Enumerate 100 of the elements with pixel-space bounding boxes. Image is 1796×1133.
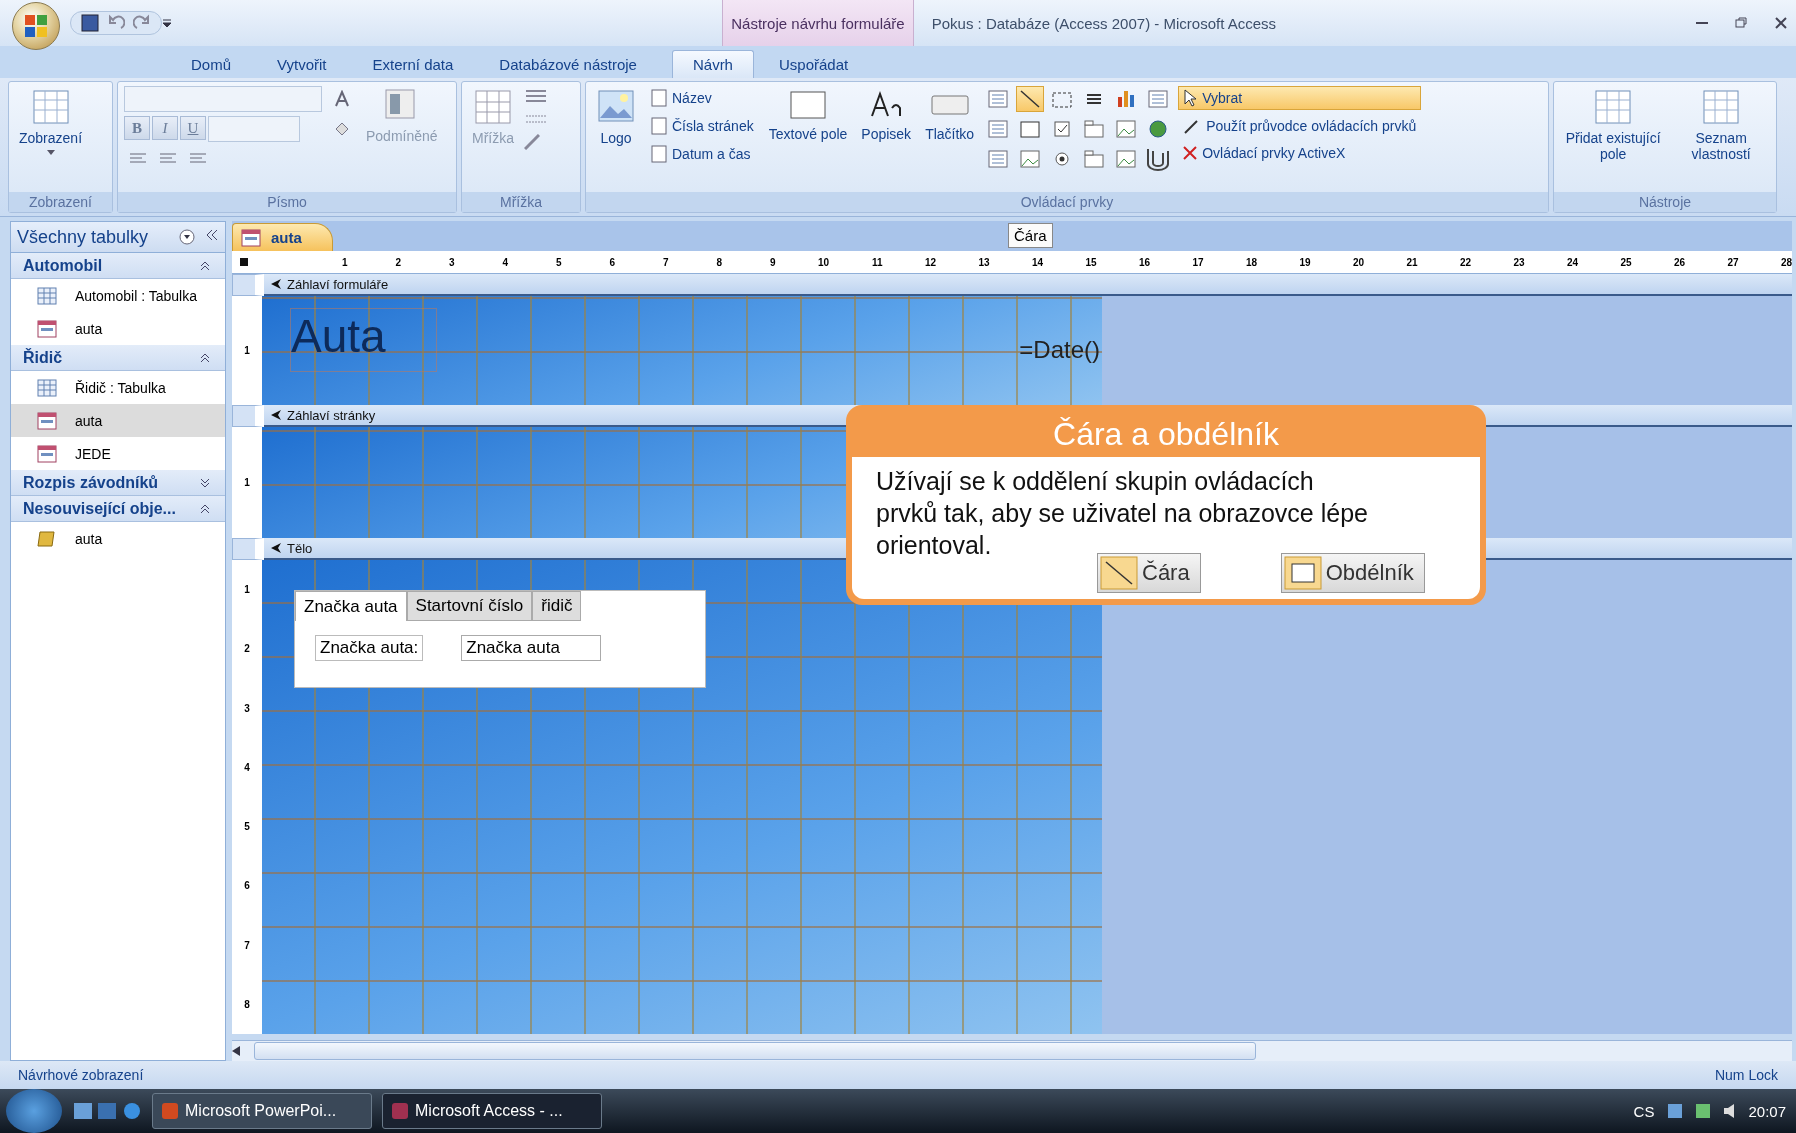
ruler-number: 1	[244, 345, 250, 356]
window-title: Pokus : Databáze (Access 2007) - Microsoft Access	[931, 14, 1276, 32]
speaker-icon	[1724, 1104, 1735, 1118]
control-button[interactable]: Popisek	[857, 86, 916, 145]
ribbon-tab[interactable]: Uspořádat	[757, 50, 870, 78]
dropdown-arrow-icon	[46, 150, 55, 156]
ruler-number: 6	[244, 880, 250, 892]
lines-icon	[159, 152, 177, 166]
ribbon-tab[interactable]: Databázové nástroje	[478, 50, 658, 78]
form-icon	[37, 319, 57, 338]
ruler-number: 14	[1030, 256, 1043, 268]
ribbon-tab[interactable]: Externí data	[351, 50, 475, 78]
ruler-number: 24	[1565, 256, 1578, 268]
letter-icon	[333, 90, 351, 108]
tools-button[interactable]: Přidat existující pole	[1560, 86, 1667, 165]
date-textbox[interactable]: =Date()	[1019, 336, 1100, 364]
control-button[interactable]: Tlačítko	[921, 86, 979, 145]
toolbox-tool[interactable]	[1016, 86, 1045, 112]
quick-launch-icon	[72, 1101, 142, 1121]
lines-icon	[129, 152, 147, 166]
ruler-number: 23	[1512, 256, 1525, 268]
form-icon	[37, 444, 57, 463]
tool-button[interactable]: Obdélník	[1280, 553, 1425, 593]
form-tab[interactable]: Startovní číslo	[406, 591, 533, 621]
lines-icon	[189, 152, 207, 166]
input-field[interactable]: Značka auta	[461, 635, 602, 661]
taskbar-button[interactable]: Microsoft Access - ...	[382, 1093, 602, 1129]
ruler-number: 8	[244, 998, 250, 1010]
ruler-number: 12	[923, 256, 936, 268]
form-tab[interactable]: Značka auta	[295, 591, 407, 621]
font-name-combo[interactable]	[124, 86, 322, 112]
nav-group-header[interactable]: Automobil	[11, 253, 225, 279]
save-icon	[81, 14, 99, 32]
tool-button[interactable]: Čára	[1097, 553, 1201, 593]
logo-button[interactable]: Logo	[592, 86, 640, 149]
ruler-number: 21	[1405, 256, 1418, 268]
form-icon	[241, 228, 261, 247]
paint-bucket-icon	[333, 120, 351, 138]
property-sheet-icon	[1701, 88, 1742, 126]
field-label: Značka auta:	[315, 635, 424, 661]
nav-group-header[interactable]: Nesouvisející obje...	[11, 496, 225, 522]
section-bar[interactable]: Záhlaví formuláře	[264, 274, 1792, 296]
nav-item[interactable]: auta	[11, 404, 225, 437]
ruler-number: 15	[1084, 256, 1097, 268]
section-selector[interactable]	[232, 538, 264, 560]
taskbar-button[interactable]: Microsoft PowerPoi...	[152, 1093, 372, 1129]
status-indicator: Num Lock	[1714, 1067, 1778, 1083]
nav-group-header[interactable]: Rozpis závodníků	[11, 470, 225, 496]
small-doc-icon	[651, 89, 667, 107]
ribbon-button[interactable]: Název	[646, 86, 759, 110]
form-tab[interactable]: řidič	[532, 591, 582, 621]
activex-button[interactable]: Ovládací prvky ActiveX	[1178, 142, 1422, 164]
ruler-number: 7	[661, 256, 669, 268]
document-tab[interactable]: auta	[232, 223, 333, 251]
ruler-number: 3	[447, 256, 455, 268]
nav-group-header[interactable]: Řidič	[11, 345, 225, 371]
ruler-number: 22	[1458, 256, 1471, 268]
collapse-icon	[199, 259, 211, 272]
section-selector[interactable]	[232, 274, 264, 296]
office-button[interactable]	[12, 2, 60, 50]
status-text: Návrhové zobrazení	[18, 1067, 144, 1083]
ruler-number: 10	[816, 256, 829, 268]
select-button[interactable]: Vybrat	[1178, 86, 1422, 110]
control-button[interactable]: Textové pole	[764, 86, 852, 145]
ribbon-tab[interactable]: Vytvořit	[256, 50, 348, 78]
scroll-left-icon	[232, 1046, 240, 1056]
close-icon	[1774, 16, 1788, 30]
ribbon-button[interactable]: Čísla stránek	[646, 114, 759, 138]
pen-icon	[524, 134, 540, 150]
pointer-icon	[1183, 89, 1198, 107]
grid-icon	[473, 88, 513, 126]
network-icon	[1668, 1104, 1683, 1118]
ribbon-tab[interactable]: Domů	[170, 50, 252, 78]
ruler-number: 1	[340, 256, 348, 268]
ruler-number: 18	[1244, 256, 1257, 268]
ruler-number: 11	[870, 256, 883, 268]
wizard-button[interactable]: Použít průvodce ovládacích prvků	[1178, 114, 1422, 138]
ribbon-tab[interactable]: Návrh	[671, 50, 754, 78]
ruler-number: 25	[1619, 256, 1632, 268]
ruler-number: 2	[244, 643, 250, 655]
ruler-number: 19	[1298, 256, 1311, 268]
ruler-number: 7	[244, 939, 250, 951]
form-view-icon	[30, 88, 71, 126]
language-indicator[interactable]: CS	[1633, 1102, 1655, 1120]
start-button[interactable]	[6, 1089, 62, 1133]
section-selector[interactable]	[232, 405, 264, 427]
group-title: Nástroje	[1554, 192, 1776, 212]
restore-icon	[1734, 16, 1748, 30]
tools-button[interactable]: Seznam vlastností	[1672, 86, 1770, 165]
ribbon-button[interactable]: Datum a čas	[646, 142, 759, 166]
database-app-icon	[391, 1102, 409, 1120]
scrollbar-thumb[interactable]	[254, 1042, 1256, 1060]
office-logo-icon	[23, 13, 49, 39]
rect-tool-icon	[1283, 556, 1322, 590]
clock: 20:07	[1748, 1102, 1786, 1120]
ruler-number: 16	[1137, 256, 1150, 268]
view-button[interactable]: Zobrazení	[15, 86, 87, 158]
ruler-number: 20	[1351, 256, 1364, 268]
font-size-combo[interactable]	[208, 116, 300, 142]
undo-icon	[107, 14, 125, 32]
